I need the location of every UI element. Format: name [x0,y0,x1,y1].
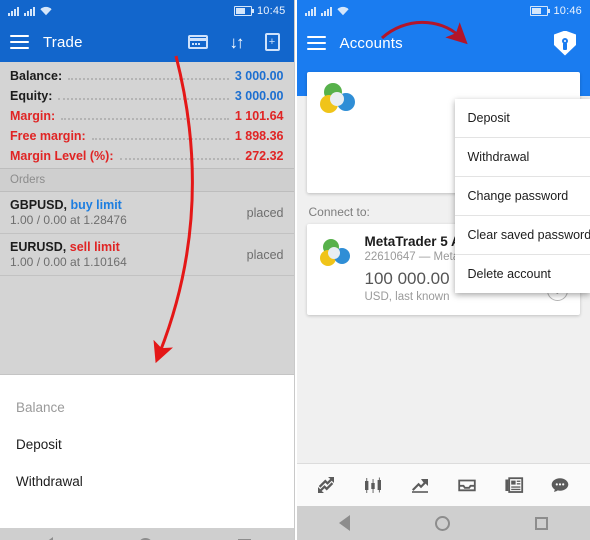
right-phone-screen: 10:46 Accounts John Sm 1816147 — Meta [295,0,590,540]
android-nav-bar [0,528,294,540]
sheet-bottom-padding [0,506,294,528]
accounts-body: John Sm 1816147 — Meta 3 000.00 Connect … [297,64,590,463]
wifi-icon [40,6,52,16]
summary-label: Balance: [10,69,62,83]
summary-row-margin-level: Margin Level (%): 272.32 [0,146,294,166]
shield-lock-icon[interactable] [554,31,576,56]
sheet-item-deposit[interactable]: Deposit [0,426,294,463]
trade-icon[interactable] [408,473,432,497]
summary-value: 272.32 [245,149,283,163]
menu-item-delete-account[interactable]: Delete account [455,255,590,293]
right-app-bar: Accounts [297,22,590,64]
battery-icon [234,6,252,16]
menu-item-deposit[interactable]: Deposit [455,99,590,138]
signal-icon [8,7,19,16]
sheet-header: Balance [0,389,294,426]
menu-item-change-password[interactable]: Change password [455,177,590,216]
battery-icon [530,6,548,16]
dotted-leader [120,157,240,160]
sort-icon[interactable]: ↓↑ [230,34,243,51]
summary-label: Free margin: [10,129,86,143]
status-right-icons: 10:45 [234,5,286,17]
left-status-bar: 10:45 [0,0,294,22]
status-time: 10:45 [257,5,286,17]
dotted-leader [58,97,228,100]
new-order-icon[interactable]: + [265,33,280,51]
balance-bottom-sheet: Balance Deposit Withdrawal [0,374,294,506]
status-badge: placed [247,248,284,262]
wifi-icon [337,6,349,16]
dotted-leader [61,117,229,120]
sheet-item-withdrawal[interactable]: Withdrawal [0,463,294,500]
dotted-leader [92,137,229,140]
page-title: Trade [43,34,83,51]
status-right-icons: 10:46 [530,5,582,17]
summary-value: 3 000.00 [235,89,284,103]
status-time: 10:46 [553,5,582,17]
table-row[interactable]: EURUSD, sell limit 1.00 / 0.00 at 1.1016… [0,234,294,276]
right-status-bar: 10:46 [297,0,590,22]
app-bar-actions: ↓↑ + [188,33,284,51]
screenshot-stage: 10:45 Trade ↓↑ + Balance: 3 000.00 Equit… [0,0,590,540]
back-button[interactable] [339,515,350,531]
summary-label: Equity: [10,89,52,103]
android-nav-bar [297,506,590,540]
overflow-menu: Deposit Withdrawal Change password Clear… [455,99,590,293]
order-symbol: GBPUSD, [10,198,67,212]
account-summary: Balance: 3 000.00 Equity: 3 000.00 Margi… [0,62,294,168]
order-info: EURUSD, sell limit 1.00 / 0.00 at 1.1016… [10,240,247,269]
table-row[interactable]: GBPUSD, buy limit 1.00 / 0.00 at 1.28476… [0,192,294,234]
status-left-icons [8,6,52,16]
charts-icon[interactable] [361,473,385,497]
orders-section-header: Orders [0,168,294,192]
history-icon[interactable] [455,473,479,497]
summary-row-balance: Balance: 3 000.00 [0,66,294,86]
home-button[interactable] [435,516,450,531]
summary-value: 1 898.36 [235,129,284,143]
news-icon[interactable] [502,473,526,497]
summary-row-equity: Equity: 3 000.00 [0,86,294,106]
order-details: 1.00 / 0.00 at 1.10164 [10,255,247,269]
order-title: EURUSD, sell limit [10,240,247,254]
order-type: buy limit [70,198,121,212]
menu-item-clear-saved-password[interactable]: Clear saved password [455,216,590,255]
signal-icon [305,7,316,16]
signal-icon [24,7,35,16]
order-info: GBPUSD, buy limit 1.00 / 0.00 at 1.28476 [10,198,247,227]
quotes-icon[interactable] [314,473,338,497]
summary-label: Margin Level (%): [10,149,114,163]
orders-empty-area [0,276,294,374]
hamburger-icon[interactable] [307,36,326,50]
dotted-leader [68,77,229,80]
page-title: Accounts [340,35,403,52]
credit-card-icon[interactable] [188,35,208,49]
order-symbol: EURUSD, [10,240,66,254]
summary-row-margin: Margin: 1 101.64 [0,106,294,126]
left-app-bar: Trade ↓↑ + [0,22,294,62]
signal-icon [321,7,332,16]
app-bar-actions [554,31,580,56]
summary-value: 3 000.00 [235,69,284,83]
status-left-icons [305,6,349,16]
menu-item-withdrawal[interactable]: Withdrawal [455,138,590,177]
summary-label: Margin: [10,109,55,123]
metatrader-logo-icon [319,238,353,268]
status-badge: placed [247,206,284,220]
chat-icon[interactable] [548,473,572,497]
summary-value: 1 101.64 [235,109,284,123]
left-phone-screen: 10:45 Trade ↓↑ + Balance: 3 000.00 Equit… [0,0,295,540]
metatrader-logo-icon [319,82,359,116]
recents-button[interactable] [535,517,548,530]
order-title: GBPUSD, buy limit [10,198,247,212]
order-type: sell limit [70,240,120,254]
bottom-toolbar [297,463,590,506]
hamburger-icon[interactable] [10,35,29,49]
summary-row-free-margin: Free margin: 1 898.36 [0,126,294,146]
order-details: 1.00 / 0.00 at 1.28476 [10,213,247,227]
